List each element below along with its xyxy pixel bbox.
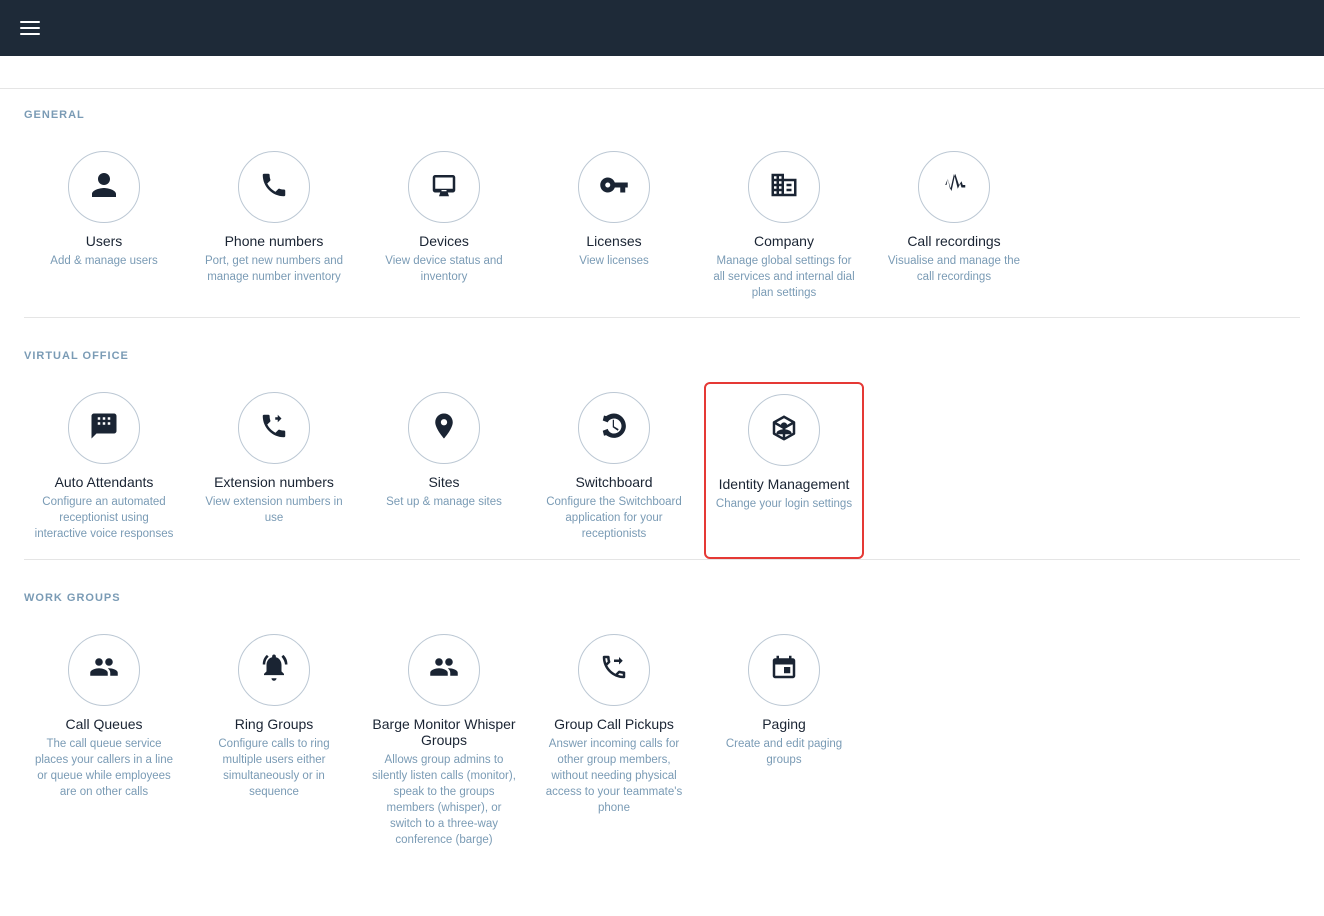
nav-item-call-recordings[interactable]: Call recordings Visualise and manage the … <box>874 141 1034 317</box>
barge-monitor-icon-circle <box>408 634 480 706</box>
switchboard-desc: Configure the Switchboard application fo… <box>542 494 686 542</box>
identity-management-label: Identity Management <box>719 476 850 492</box>
barge-monitor-icon <box>429 652 459 687</box>
auto-attendants-icon-circle <box>68 392 140 464</box>
users-label: Users <box>86 233 123 249</box>
call-queues-icon-circle <box>68 634 140 706</box>
ring-groups-desc: Configure calls to ring multiple users e… <box>202 736 346 800</box>
devices-desc: View device status and inventory <box>372 253 516 285</box>
paging-icon <box>769 652 799 687</box>
section-label-virtual-office: VIRTUAL OFFICE <box>24 350 1300 362</box>
users-desc: Add & manage users <box>50 253 157 269</box>
devices-label: Devices <box>419 233 469 249</box>
nav-item-users[interactable]: Users Add & manage users <box>24 141 184 317</box>
users-icon <box>89 170 119 205</box>
users-icon-circle <box>68 151 140 223</box>
nav-item-group-call-pickups[interactable]: Group Call Pickups Answer incoming calls … <box>534 624 694 865</box>
paging-icon-circle <box>748 634 820 706</box>
paging-desc: Create and edit paging groups <box>712 736 856 768</box>
nav-item-phone-numbers[interactable]: Phone numbers Port, get new numbers and m… <box>194 141 354 317</box>
ring-groups-icon-circle <box>238 634 310 706</box>
phone-numbers-icon <box>259 170 289 205</box>
licenses-icon <box>599 170 629 205</box>
section-general: GENERAL Users Add & manage users Phone numb… <box>24 109 1300 318</box>
call-recordings-icon <box>939 170 969 205</box>
group-call-pickups-icon-circle <box>578 634 650 706</box>
auto-attendants-icon <box>89 411 119 446</box>
extension-numbers-icon-circle <box>238 392 310 464</box>
nav-item-auto-attendants[interactable]: Auto Attendants Configure an automated re… <box>24 382 184 558</box>
call-queues-icon <box>89 652 119 687</box>
page-title-bar <box>0 56 1324 89</box>
devices-icon-circle <box>408 151 480 223</box>
auto-attendants-label: Auto Attendants <box>55 474 154 490</box>
nav-item-licenses[interactable]: Licenses View licenses <box>534 141 694 317</box>
identity-management-icon-circle <box>748 394 820 466</box>
group-call-pickups-icon <box>599 652 629 687</box>
icon-grid-general: Users Add & manage users Phone numbers Port… <box>24 141 1300 317</box>
group-call-pickups-label: Group Call Pickups <box>554 716 674 732</box>
group-call-pickups-desc: Answer incoming calls for other group me… <box>542 736 686 816</box>
extension-numbers-icon <box>259 411 289 446</box>
switchboard-icon-circle <box>578 392 650 464</box>
sites-icon <box>429 411 459 446</box>
ring-groups-label: Ring Groups <box>235 716 314 732</box>
extension-numbers-label: Extension numbers <box>214 474 334 490</box>
licenses-label: Licenses <box>586 233 641 249</box>
section-label-work-groups: WORK GROUPS <box>24 592 1300 604</box>
icon-grid-work-groups: Call Queues The call queue service places… <box>24 624 1300 865</box>
nav-item-devices[interactable]: Devices View device status and inventory <box>364 141 524 317</box>
barge-monitor-label: Barge Monitor Whisper Groups <box>372 716 516 748</box>
nav-item-identity-management[interactable]: Identity Management Change your login set… <box>704 382 864 558</box>
switchboard-label: Switchboard <box>575 474 652 490</box>
sites-desc: Set up & manage sites <box>386 494 502 510</box>
section-label-general: GENERAL <box>24 109 1300 121</box>
ring-groups-icon <box>259 652 289 687</box>
devices-icon <box>429 170 459 205</box>
auto-attendants-desc: Configure an automated receptionist usin… <box>32 494 176 542</box>
call-recordings-label: Call recordings <box>907 233 1000 249</box>
licenses-icon-circle <box>578 151 650 223</box>
phone-numbers-label: Phone numbers <box>225 233 324 249</box>
call-queues-desc: The call queue service places your calle… <box>32 736 176 800</box>
nav-item-ring-groups[interactable]: Ring Groups Configure calls to ring multi… <box>194 624 354 865</box>
sites-label: Sites <box>428 474 459 490</box>
app-header <box>0 0 1324 56</box>
call-queues-label: Call Queues <box>65 716 142 732</box>
menu-icon[interactable] <box>20 21 40 35</box>
phone-numbers-icon-circle <box>238 151 310 223</box>
switchboard-icon <box>599 411 629 446</box>
identity-management-desc: Change your login settings <box>716 496 852 512</box>
section-virtual-office: VIRTUAL OFFICE Auto Attendants Configure a… <box>24 350 1300 559</box>
nav-item-paging[interactable]: Paging Create and edit paging groups <box>704 624 864 865</box>
section-work-groups: WORK GROUPS Call Queues The call queue ser… <box>24 592 1300 865</box>
nav-item-switchboard[interactable]: Switchboard Configure the Switchboard app… <box>534 382 694 558</box>
licenses-desc: View licenses <box>579 253 648 269</box>
call-recordings-desc: Visualise and manage the call recordings <box>882 253 1026 285</box>
nav-item-extension-numbers[interactable]: Extension numbers View extension numbers … <box>194 382 354 558</box>
phone-numbers-desc: Port, get new numbers and manage number … <box>202 253 346 285</box>
nav-item-company[interactable]: Company Manage global settings for all se… <box>704 141 864 317</box>
company-icon <box>769 170 799 205</box>
company-icon-circle <box>748 151 820 223</box>
nav-item-call-queues[interactable]: Call Queues The call queue service places… <box>24 624 184 865</box>
nav-item-sites[interactable]: Sites Set up & manage sites <box>364 382 524 558</box>
company-desc: Manage global settings for all services … <box>712 253 856 301</box>
company-label: Company <box>754 233 814 249</box>
nav-item-barge-monitor[interactable]: Barge Monitor Whisper Groups Allows group… <box>364 624 524 865</box>
identity-management-icon <box>769 413 799 448</box>
paging-label: Paging <box>762 716 806 732</box>
call-recordings-icon-circle <box>918 151 990 223</box>
sites-icon-circle <box>408 392 480 464</box>
barge-monitor-desc: Allows group admins to silently listen c… <box>372 752 516 849</box>
main-content: GENERAL Users Add & manage users Phone numb… <box>0 89 1324 916</box>
extension-numbers-desc: View extension numbers in use <box>202 494 346 526</box>
icon-grid-virtual-office: Auto Attendants Configure an automated re… <box>24 382 1300 558</box>
